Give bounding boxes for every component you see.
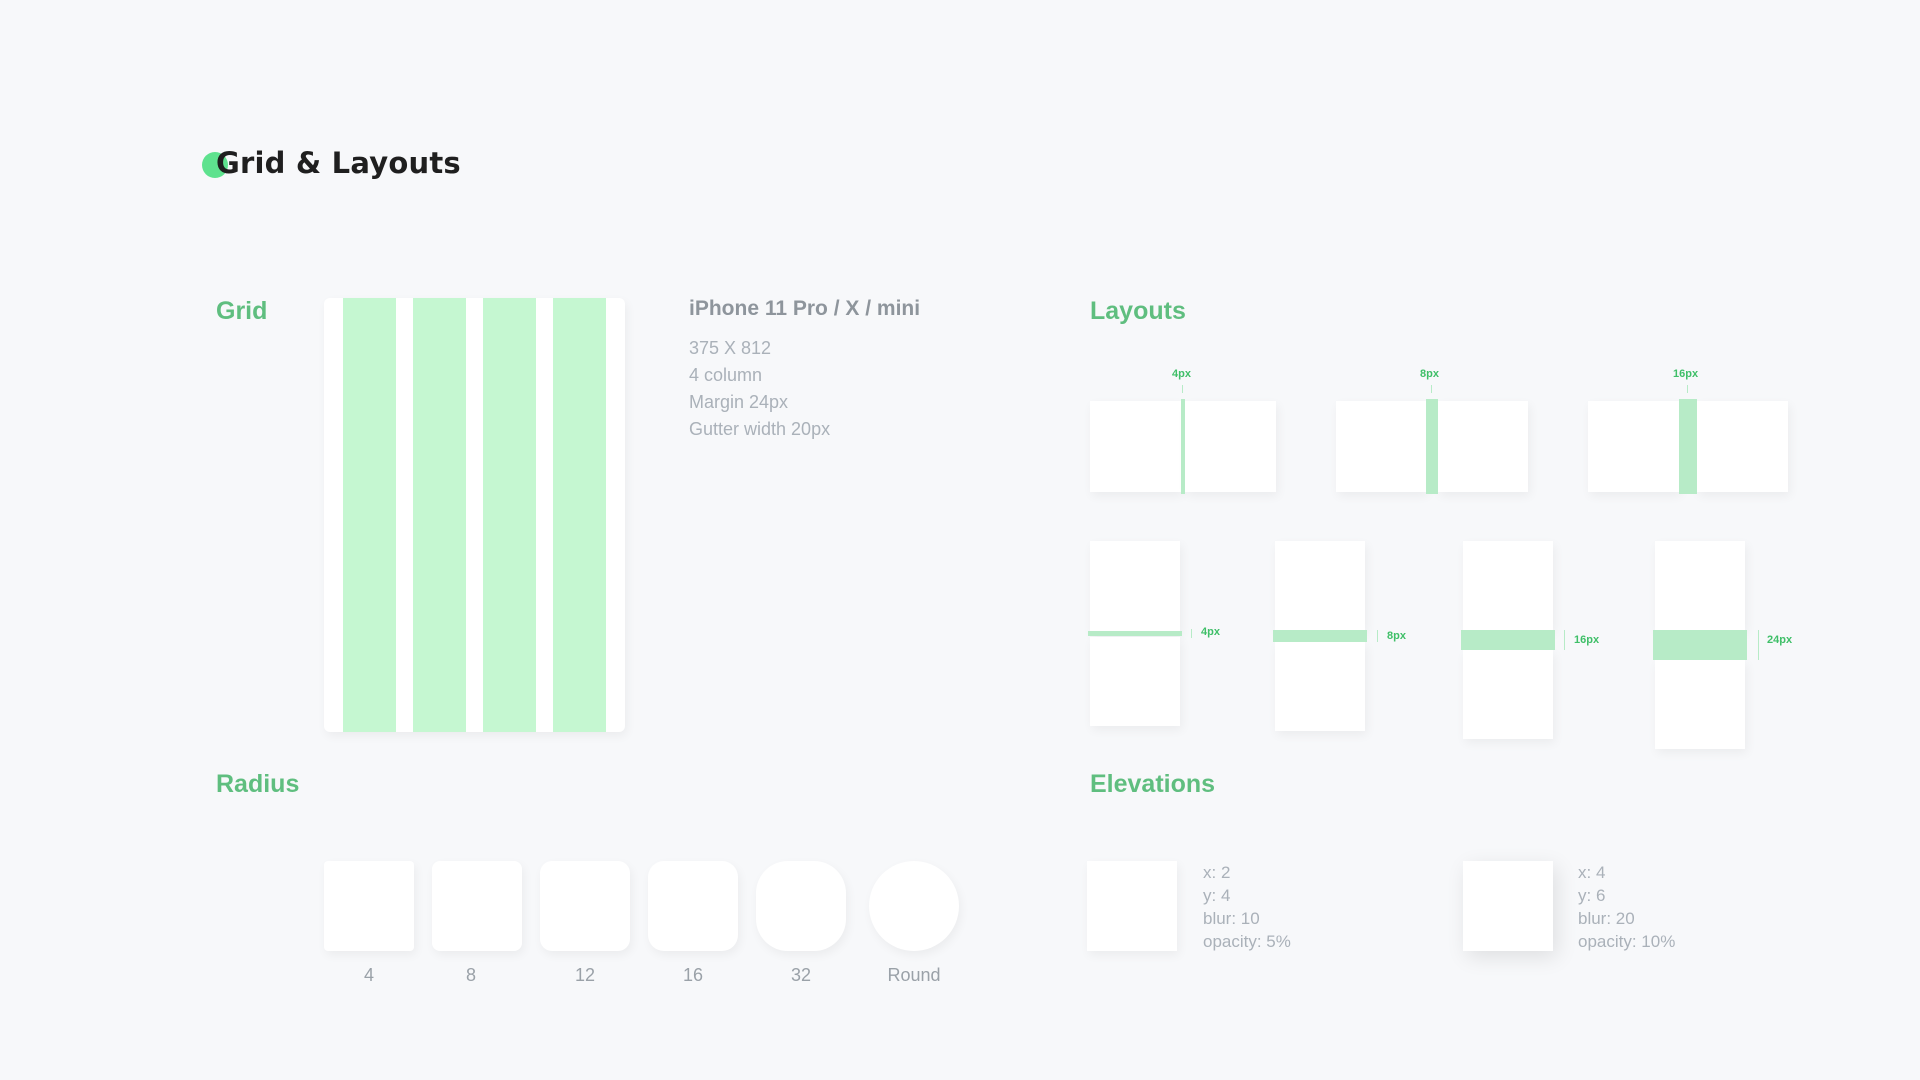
layout-v-gap-8 [1273,630,1367,642]
radius-sample-8 [432,861,522,951]
grid-column-1 [343,298,396,732]
layout-v-card-top-4 [1090,541,1180,633]
layout-h-card-right-16 [1697,401,1788,492]
layout-v-card-bottom-8 [1275,642,1365,731]
layout-h-gap-tick-4 [1182,385,1183,393]
layout-v-gap-label-16: 16px [1574,634,1600,646]
layout-v-gap-label-4: 4px [1201,626,1220,638]
elevation-sample-2 [1463,861,1553,951]
layout-v-gap-label-8: 8px [1387,630,1406,642]
layout-h-gap-tick-8 [1431,385,1432,393]
grid-column-2 [413,298,466,732]
layout-v-gap-tick-8 [1377,630,1378,642]
layout-v-card-bottom-24 [1655,660,1745,749]
layout-v-gap-label-24: 24px [1767,634,1793,646]
radius-sample-round [869,861,959,951]
elevation-spec-1: x: 2 y: 4 blur: 10 opacity: 5% [1203,861,1291,953]
elevation-1-blur: blur: 10 [1203,909,1260,928]
elevation-2-x: x: 4 [1578,863,1606,882]
layout-h-card-right-8 [1438,401,1528,492]
grid-info-gutter: Gutter width 20px [689,419,831,439]
layout-h-gap-4 [1181,399,1185,494]
radius-label-8: 8 [465,965,476,985]
radius-label-16: 16 [682,965,704,985]
radius-label-round: Round [887,965,941,985]
layout-v-card-bottom-4 [1090,637,1180,726]
grid-column-3 [483,298,536,732]
section-title-radius: Radius [216,770,300,798]
section-title-layouts: Layouts [1090,297,1186,325]
layout-h-gap-8 [1426,399,1438,494]
layout-h-gap-label-16: 16px [1673,368,1699,380]
layout-v-gap-tick-4 [1191,629,1192,638]
layout-v-gap-tick-16 [1564,630,1565,650]
grid-info-list: 375 X 812 4 column Margin 24px Gutter wi… [689,335,830,443]
grid-column-4 [553,298,606,732]
elevation-2-y: y: 6 [1578,886,1606,905]
elevation-2-blur: blur: 20 [1578,909,1635,928]
grid-info-size: 375 X 812 [689,338,772,358]
radius-sample-12 [540,861,630,951]
section-title-grid: Grid [216,297,268,325]
elevation-sample-1 [1087,861,1177,951]
layout-h-card-left-16 [1588,401,1679,492]
layout-h-gap-label-8: 8px [1420,368,1439,380]
grid-info-margin: Margin 24px [689,392,789,412]
layout-h-gap-label-4: 4px [1172,368,1191,380]
section-title-elevations: Elevations [1090,770,1216,798]
layout-v-gap-16 [1461,630,1555,650]
layout-v-card-top-16 [1463,541,1553,630]
layout-h-card-left-8 [1336,401,1426,492]
radius-label-4: 4 [363,965,374,985]
grid-preview [324,298,625,732]
page-title: Grid & Layouts [216,146,461,180]
layout-h-card-left-4 [1090,401,1181,492]
elevation-1-y: y: 4 [1203,886,1231,905]
grid-info-columns: 4 column [689,365,763,385]
layout-v-gap-4 [1088,631,1182,636]
layout-v-card-bottom-16 [1463,650,1553,739]
layout-v-card-top-24 [1655,541,1745,630]
radius-label-32: 32 [790,965,812,985]
elevation-1-opacity: opacity: 5% [1203,932,1291,951]
layout-h-gap-16 [1679,399,1697,494]
radius-sample-16 [648,861,738,951]
radius-sample-4 [324,861,414,951]
layout-v-card-top-8 [1275,541,1365,630]
layout-v-gap-24 [1653,630,1747,660]
radius-sample-32 [756,861,846,951]
elevation-1-x: x: 2 [1203,863,1231,882]
layout-h-card-right-4 [1185,401,1276,492]
elevation-spec-2: x: 4 y: 6 blur: 20 opacity: 10% [1578,861,1675,953]
radius-label-12: 12 [574,965,596,985]
layout-h-gap-tick-16 [1687,385,1688,393]
grid-device-name: iPhone 11 Pro / X / mini [689,297,921,320]
layout-v-gap-tick-24 [1758,630,1759,660]
elevation-2-opacity: opacity: 10% [1578,932,1676,951]
